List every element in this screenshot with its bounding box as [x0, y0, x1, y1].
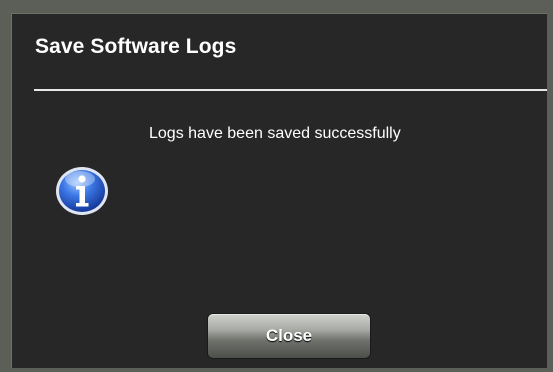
save-logs-dialog: Save Software Logs Logs have been saved …: [11, 13, 552, 368]
info-icon: [54, 165, 110, 217]
close-button[interactable]: Close: [208, 314, 370, 358]
dialog-message: Logs have been saved successfully: [149, 125, 401, 142]
title-divider: [34, 89, 552, 91]
close-button-label: Close: [265, 326, 313, 345]
dialog-title: Save Software Logs: [35, 35, 237, 58]
window-right-edge: [547, 13, 553, 372]
